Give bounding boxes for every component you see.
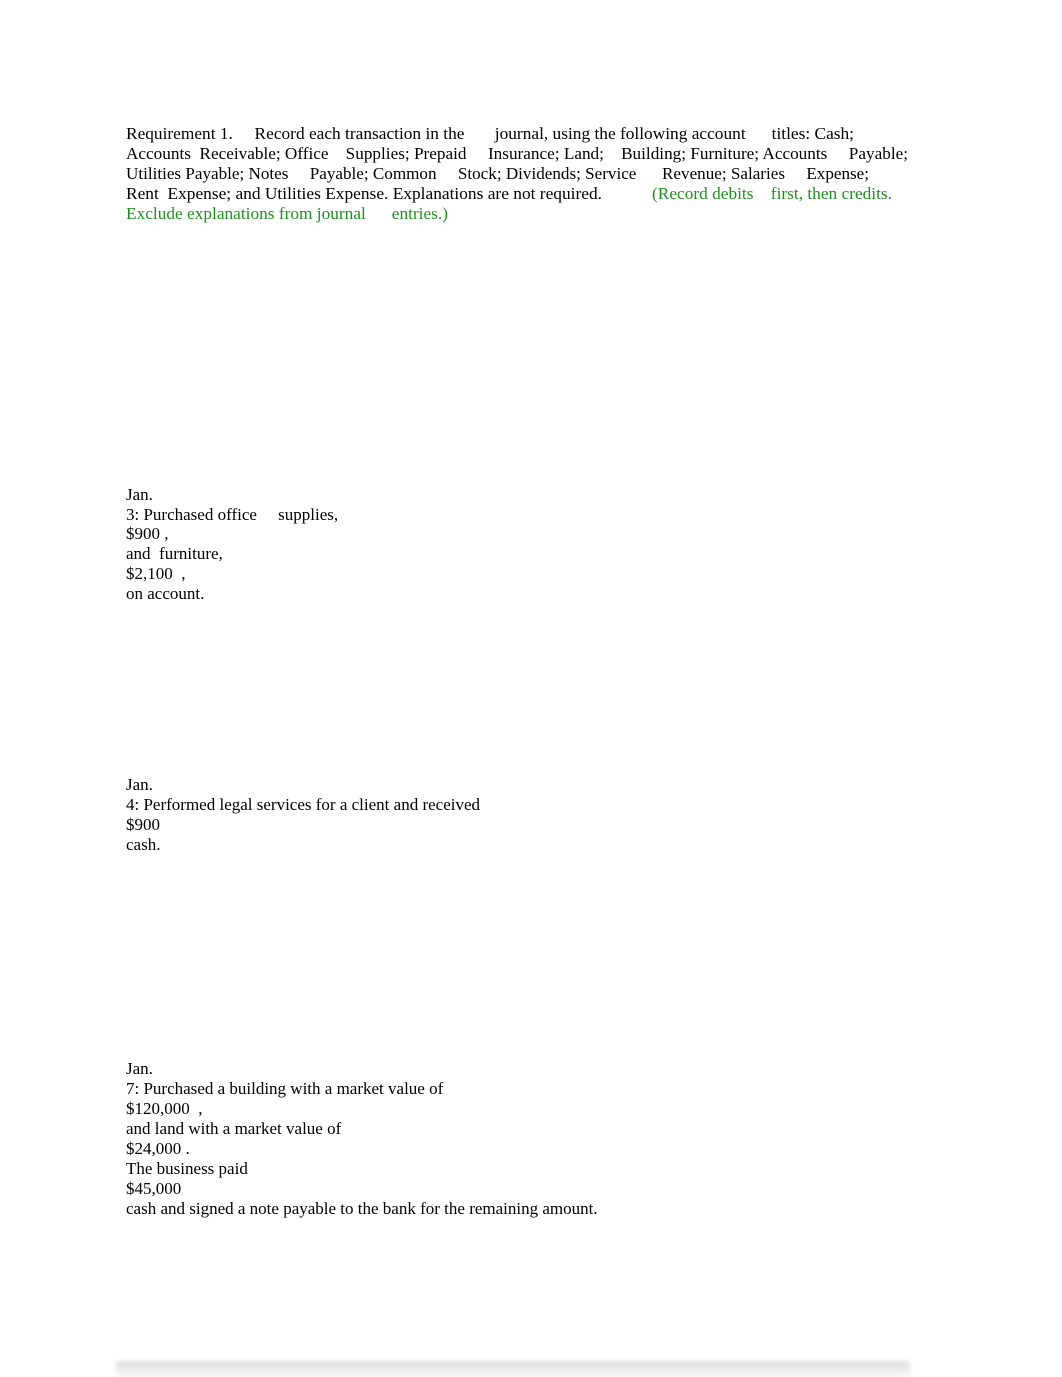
transaction-text: The business paid: [126, 1159, 248, 1178]
transaction-text: and furniture,: [126, 544, 223, 563]
transaction-text: cash.: [126, 835, 161, 854]
transaction-text: cash and signed a note payable to the ba…: [126, 1199, 598, 1218]
requirement-line: Rent Expense; and Utilities Expense. Exp…: [126, 184, 602, 203]
transaction-amount: $2,100 ,: [126, 564, 186, 583]
transaction-date: Jan.: [126, 775, 153, 794]
transaction-text: 4: Performed legal services for a client…: [126, 795, 481, 814]
transaction-text: and land with a market value of: [126, 1119, 342, 1138]
instruction-text: (Record debits first, then credits.: [652, 184, 892, 203]
requirement-line: Utilities Payable; Notes Payable; Common…: [126, 164, 869, 183]
transaction-amount: $45,000: [126, 1179, 182, 1198]
transaction-date: Jan.: [126, 1059, 153, 1078]
page-bottom-shadow: [116, 1361, 910, 1377]
transaction-text: on account.: [126, 584, 205, 603]
transaction-text: 3: Purchased office supplies,: [126, 505, 339, 524]
transaction-amount: $900: [126, 815, 160, 834]
transaction-amount: $120,000 ,: [126, 1099, 203, 1118]
requirement-line: Accounts Receivable; Office Supplies; Pr…: [126, 144, 909, 163]
transaction-text: 7: Purchased a building with a market va…: [126, 1079, 444, 1098]
requirement-line: Requirement 1. Record each transaction i…: [126, 124, 854, 143]
transaction-amount: $900 ,: [126, 524, 169, 543]
transaction-amount: $24,000 .: [126, 1139, 190, 1158]
transaction-date: Jan.: [126, 485, 153, 504]
document-page: Requirement 1. Record each transaction i…: [0, 0, 1062, 1377]
instruction-text: Exclude explanations from journal entrie…: [126, 204, 448, 223]
